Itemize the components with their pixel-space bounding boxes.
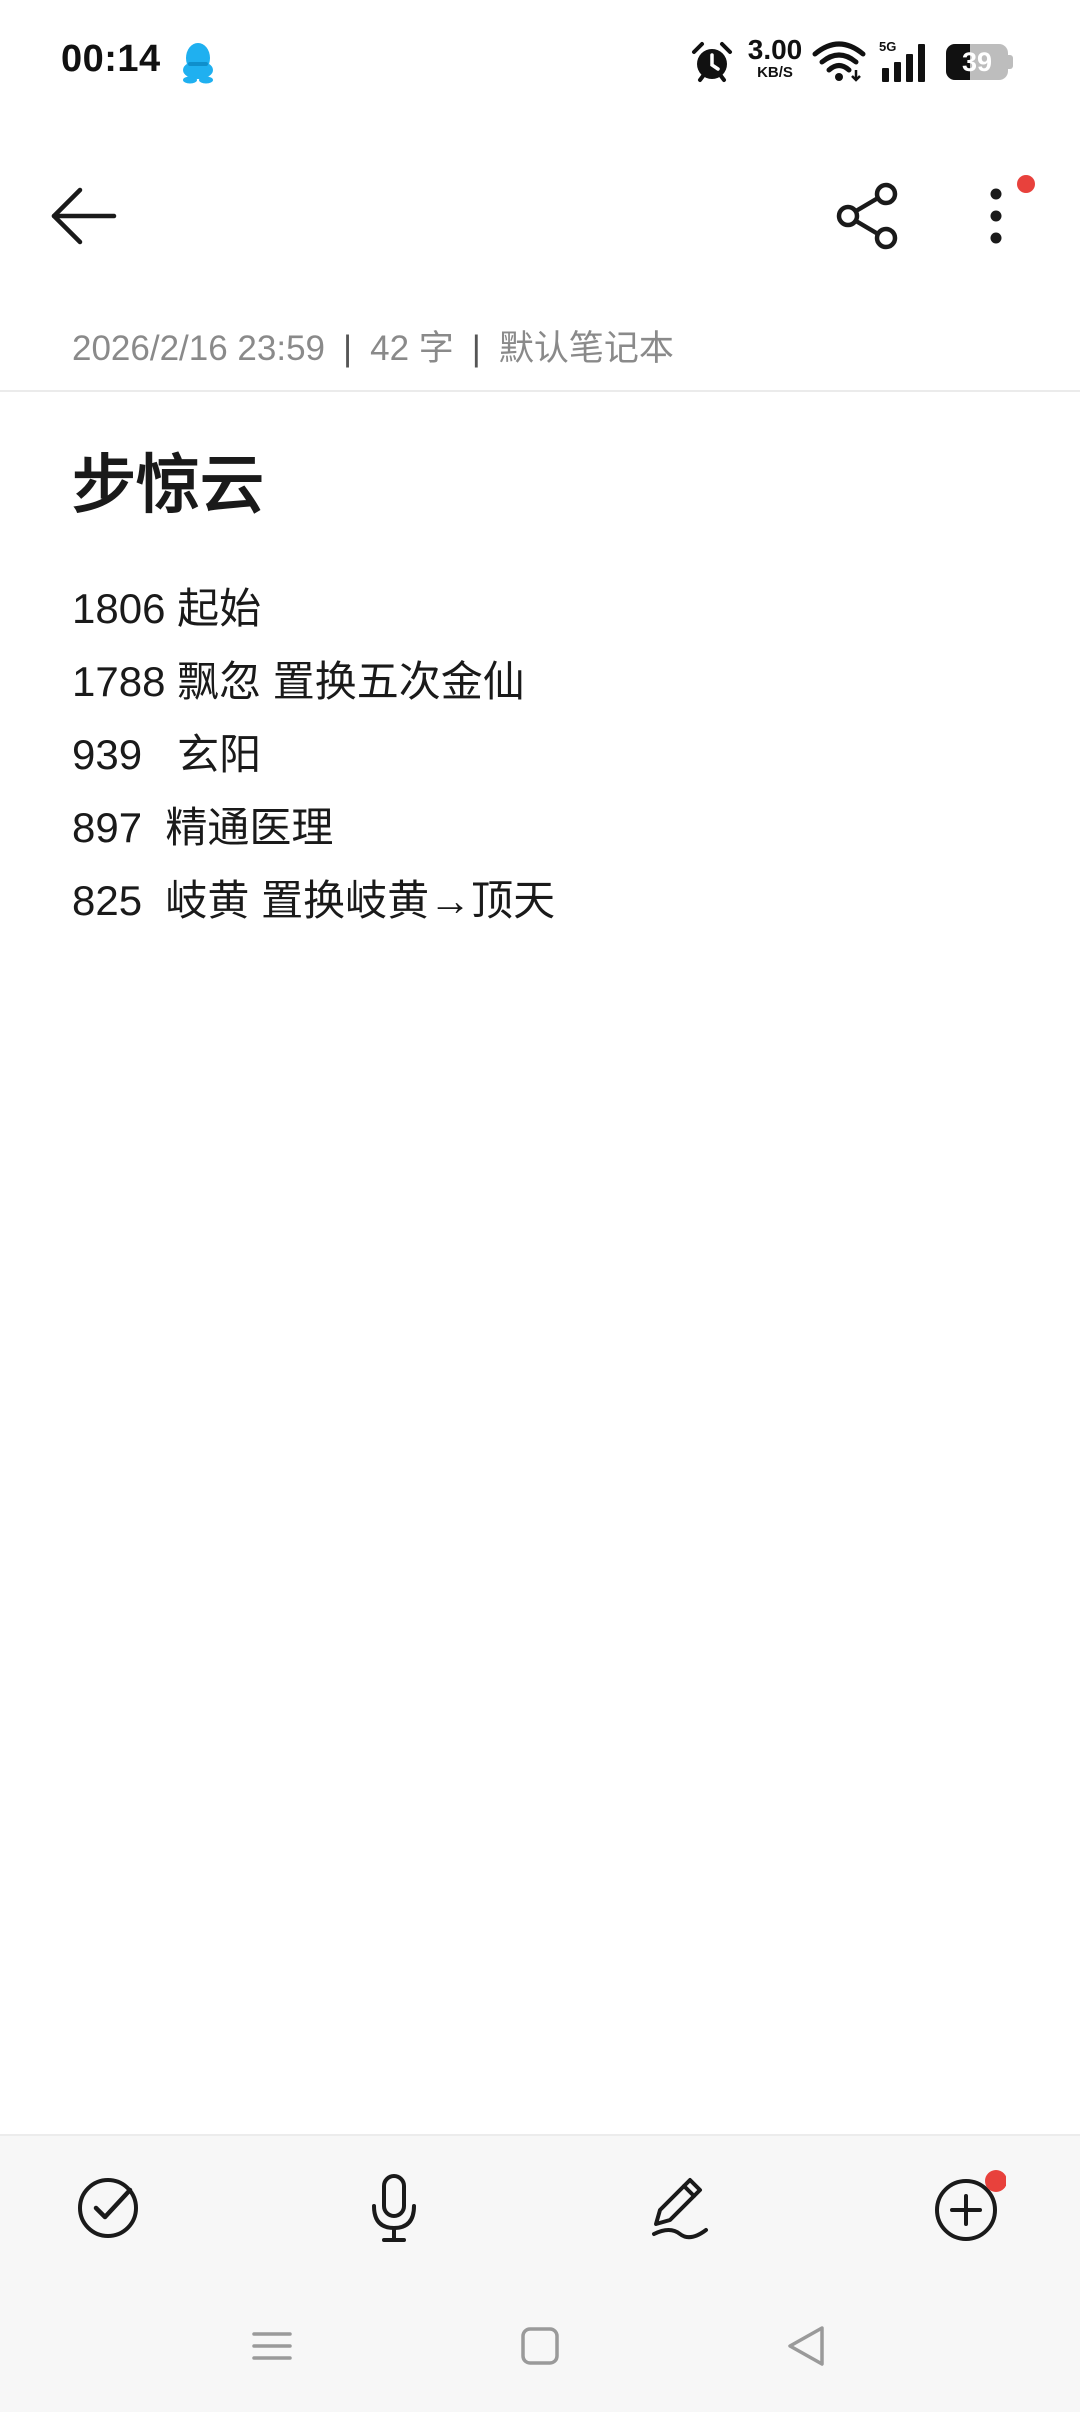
more-options-badge <box>1017 175 1035 193</box>
pen-icon <box>652 2178 708 2240</box>
note-line[interactable]: 1788 飘忽 置换五次金仙 <box>72 645 555 718</box>
wifi-icon <box>812 41 866 82</box>
note-meta: 2026/2/16 23:59 | 42 字 | 默认笔记本 <box>72 320 674 371</box>
home-icon <box>521 2327 559 2365</box>
note-editor-screen: 00:14 3.00 KB/S 5G 39 2026/2/16 23:59 | … <box>0 0 1080 2412</box>
notebook-name[interactable]: 默认笔记本 <box>499 329 674 368</box>
alarm-icon <box>692 42 732 82</box>
battery-icon: 39 <box>946 44 1013 80</box>
back-triangle-icon <box>788 2326 824 2366</box>
meta-separator: | <box>343 329 353 368</box>
menu-icon <box>252 2332 292 2360</box>
note-line[interactable]: 897 精通医理 <box>72 791 555 864</box>
network-speed-value: 3.00 <box>747 34 803 65</box>
note-title[interactable]: 步惊云 <box>72 434 264 526</box>
share-button[interactable] <box>826 176 910 256</box>
battery-level: 39 <box>961 47 993 77</box>
network-speed: 3.00 KB/S <box>744 34 806 81</box>
handwriting-button[interactable] <box>640 2168 720 2248</box>
add-button-badge <box>985 2170 1006 2192</box>
add-button[interactable] <box>926 2168 1006 2248</box>
status-bar: 00:14 3.00 KB/S 5G 39 <box>0 0 1080 120</box>
checklist-button[interactable] <box>68 2168 148 2248</box>
add-circle-icon <box>935 2179 997 2241</box>
checklist-icon <box>78 2178 138 2238</box>
more-options-button[interactable] <box>960 170 1040 256</box>
note-datetime: 2026/2/16 23:59 <box>72 329 326 368</box>
back-button[interactable] <box>44 176 124 256</box>
status-time: 00:14 <box>61 38 161 80</box>
note-line[interactable]: 825 岐黄 置换岐黄→顶天 <box>72 864 555 937</box>
meta-separator: | <box>471 329 481 368</box>
cellular-signal-icon: 5G <box>879 39 925 82</box>
note-line[interactable]: 939 玄阳 <box>72 718 555 791</box>
qq-icon <box>183 43 213 84</box>
note-body[interactable]: 1806 起始 1788 飘忽 置换五次金仙 939 玄阳 897 精通医理 8… <box>72 572 555 937</box>
network-speed-unit: KB/S <box>757 64 793 81</box>
header-divider <box>0 390 1080 392</box>
recent-apps-button[interactable] <box>242 2316 302 2376</box>
network-type-label: 5G <box>879 39 896 54</box>
nav-back-button[interactable] <box>776 2316 836 2376</box>
note-line[interactable]: 1806 起始 <box>72 572 555 645</box>
back-arrow-icon <box>51 187 117 245</box>
more-vertical-icon <box>990 188 1002 244</box>
voice-input-button[interactable] <box>354 2168 434 2248</box>
microphone-icon <box>372 2174 416 2242</box>
share-icon <box>836 182 898 250</box>
note-word-count: 42 字 <box>370 329 454 368</box>
home-button[interactable] <box>510 2316 570 2376</box>
